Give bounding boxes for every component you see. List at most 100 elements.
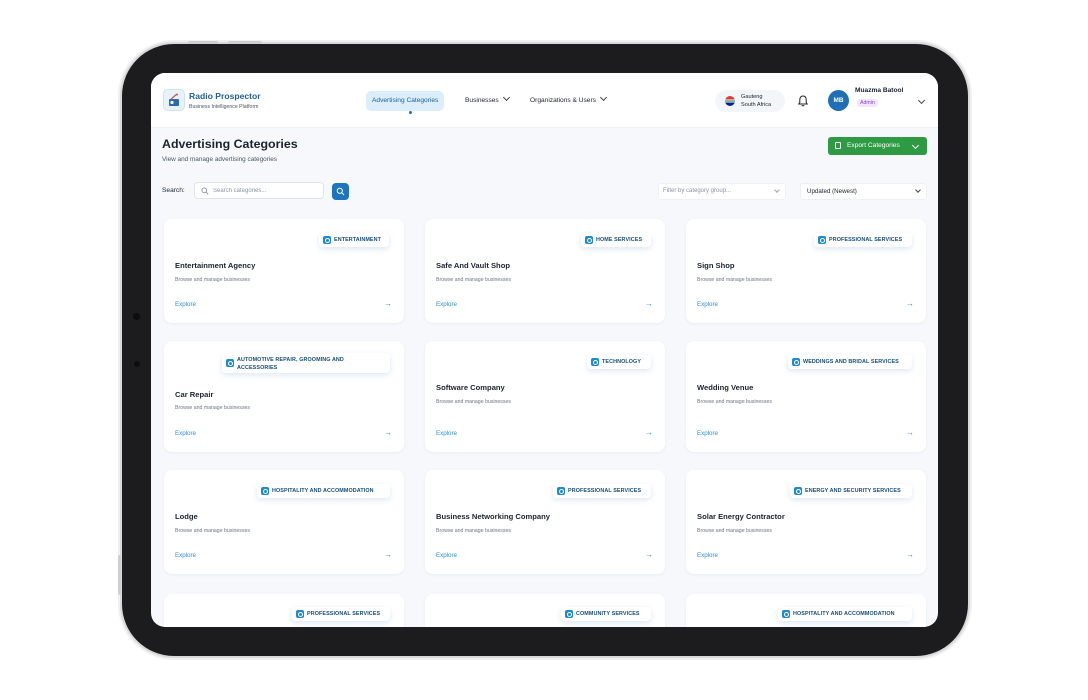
nav-advertising-categories[interactable]: Advertising Categories — [366, 91, 445, 111]
card-title: Car Repair — [175, 390, 214, 399]
explore-link[interactable]: Explore — [436, 552, 457, 559]
search-label: Search: — [162, 187, 185, 194]
category-card[interactable]: HOME SERVICES Safe And Vault Shop Browse… — [425, 219, 665, 323]
location-selector[interactable]: Gauteng South Africa — [715, 90, 785, 112]
radio-logo-icon[interactable] — [163, 89, 185, 111]
explore-link[interactable]: Explore — [697, 430, 718, 437]
card-description: Browse and manage businesses — [697, 528, 772, 534]
category-card[interactable]: COMMUNITY SERVICES — [425, 594, 665, 627]
arrow-right-icon[interactable]: → — [645, 550, 653, 559]
card-title: Solar Energy Contractor — [697, 512, 785, 521]
filter-placeholder: Filter by category group... — [663, 188, 732, 194]
chevron-down-icon — [911, 141, 920, 150]
chevron-down-icon[interactable] — [917, 96, 926, 105]
brand-name[interactable]: Radio Prospector — [189, 91, 261, 101]
arrow-right-icon[interactable]: → — [906, 550, 914, 559]
explore-link[interactable]: Explore — [697, 552, 718, 559]
explore-link[interactable]: Explore — [436, 301, 457, 308]
arrow-right-icon[interactable]: → — [384, 428, 392, 437]
tag-icon — [557, 487, 565, 495]
explore-link[interactable]: Explore — [175, 430, 196, 437]
chevron-down-icon — [599, 93, 608, 102]
card-description: Browse and manage businesses — [697, 399, 772, 405]
category-card[interactable]: ENTERTAINMENT Entertainment Agency Brows… — [164, 219, 404, 323]
south-africa-flag-icon — [725, 96, 735, 106]
category-card[interactable]: WEDDINGS AND BRIDAL SERVICES Wedding Ven… — [686, 341, 926, 452]
arrow-right-icon[interactable]: → — [906, 428, 914, 437]
arrow-right-icon[interactable]: → — [645, 428, 653, 437]
nav-label: Advertising Categories — [372, 97, 439, 104]
user-name[interactable]: Muazma Batool — [855, 87, 903, 94]
tablet-side-button — [118, 555, 121, 595]
arrow-right-icon[interactable]: → — [384, 299, 392, 308]
search-icon — [201, 187, 209, 195]
app-screen: Radio Prospector Business Intelligence P… — [151, 73, 938, 627]
category-card[interactable]: TECHNOLOGY Software Company Browse and m… — [425, 341, 665, 452]
card-title: Business Networking Company — [436, 512, 550, 521]
card-description: Browse and manage businesses — [175, 405, 250, 411]
category-group-filter[interactable]: Filter by category group... — [658, 183, 786, 200]
search-button[interactable] — [332, 183, 349, 200]
tablet-top-button-2 — [228, 41, 262, 44]
brand-tagline: Business Intelligence Platform — [189, 104, 259, 110]
chevron-down-icon — [502, 93, 510, 102]
category-badge: PROFESSIONAL SERVICES — [814, 233, 912, 247]
explore-link[interactable]: Explore — [697, 301, 718, 308]
page-subtitle: View and manage advertising categories — [162, 156, 277, 163]
category-card[interactable]: AUTOMOTIVE REPAIR, GROOMING AND ACCESSOR… — [164, 341, 404, 452]
search-field[interactable] — [194, 182, 324, 199]
card-description: Browse and manage businesses — [436, 399, 511, 405]
card-title: Safe And Vault Shop — [436, 261, 510, 270]
search-input[interactable] — [213, 185, 318, 196]
user-avatar[interactable]: MB — [828, 90, 849, 111]
category-badge: HOME SERVICES — [581, 233, 651, 247]
category-card[interactable]: PROFESSIONAL SERVICES Business Networkin… — [425, 470, 665, 574]
category-badge: AUTOMOTIVE REPAIR, GROOMING AND ACCESSOR… — [222, 353, 390, 373]
sort-select[interactable]: Updated (Newest) — [800, 183, 927, 200]
active-nav-indicator — [409, 111, 412, 114]
location-country: South Africa — [741, 102, 772, 108]
category-card[interactable]: PROFESSIONAL SERVICES Sign Shop Browse a… — [686, 219, 926, 323]
nav-organizations-users[interactable]: Organizations & Users — [530, 91, 608, 111]
bell-icon[interactable] — [796, 94, 810, 108]
category-card[interactable]: ENERGY AND SECURITY SERVICES Solar Energ… — [686, 470, 926, 574]
category-badge: WEDDINGS AND BRIDAL SERVICES — [788, 355, 912, 369]
explore-link[interactable]: Explore — [436, 430, 457, 437]
card-description: Browse and manage businesses — [436, 277, 511, 283]
card-description: Browse and manage businesses — [436, 528, 511, 534]
search-icon — [336, 187, 345, 196]
category-badge: ENTERTAINMENT — [319, 233, 389, 247]
sort-value: Updated (Newest) — [807, 188, 857, 195]
category-card[interactable]: HOSPITALITY AND ACCOMMODATION — [686, 594, 926, 627]
tag-icon — [818, 236, 826, 244]
tag-icon — [794, 487, 802, 495]
tag-icon — [261, 487, 269, 495]
category-badge: COMMUNITY SERVICES — [561, 607, 651, 621]
card-description: Browse and manage businesses — [175, 277, 250, 283]
category-card[interactable]: PROFESSIONAL SERVICES — [164, 594, 404, 627]
card-title: Software Company — [436, 383, 505, 392]
arrow-right-icon[interactable]: → — [384, 550, 392, 559]
nav-label: Organizations & Users — [530, 97, 596, 104]
top-navigation-bar: Radio Prospector Business Intelligence P… — [151, 73, 938, 128]
tag-icon — [226, 359, 234, 367]
user-role-badge: Admin — [857, 99, 878, 107]
arrow-right-icon[interactable]: → — [906, 299, 914, 308]
card-description: Browse and manage businesses — [175, 528, 250, 534]
explore-link[interactable]: Explore — [175, 301, 196, 308]
nav-label: Businesses — [465, 97, 499, 104]
tag-icon — [296, 610, 304, 618]
explore-link[interactable]: Explore — [175, 552, 196, 559]
category-card[interactable]: HOSPITALITY AND ACCOMMODATION Lodge Brow… — [164, 470, 404, 574]
export-categories-button[interactable]: Export Categories — [828, 137, 927, 155]
nav-businesses[interactable]: Businesses — [465, 91, 510, 111]
arrow-right-icon[interactable]: → — [645, 299, 653, 308]
document-icon — [835, 142, 841, 149]
page-title: Advertising Categories — [162, 137, 298, 151]
category-badge: PROFESSIONAL SERVICES — [292, 607, 390, 621]
tag-icon — [565, 610, 573, 618]
category-badge: HOSPITALITY AND ACCOMMODATION — [778, 607, 912, 621]
card-title: Wedding Venue — [697, 383, 754, 392]
category-badge: HOSPITALITY AND ACCOMMODATION — [257, 484, 390, 498]
tag-icon — [323, 236, 331, 244]
